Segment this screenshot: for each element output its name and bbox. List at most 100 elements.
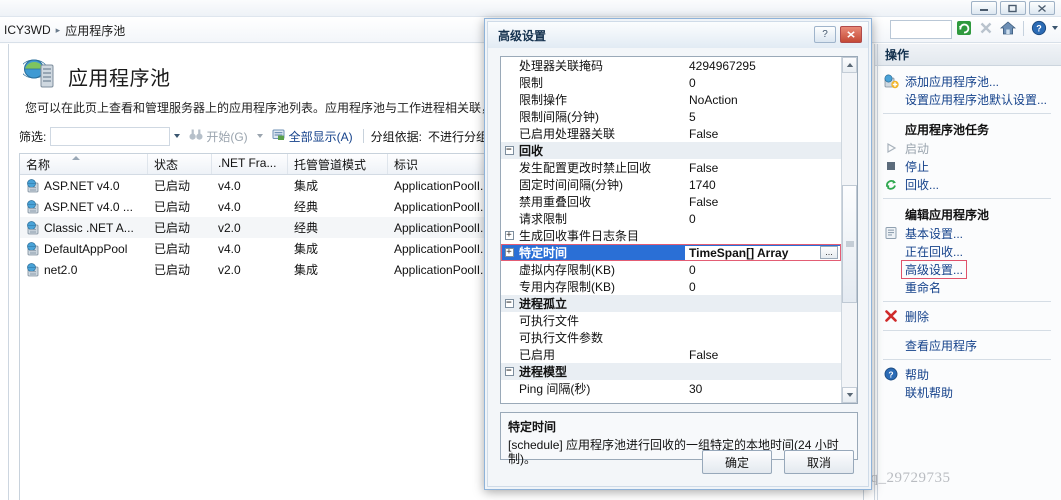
- restore-button[interactable]: [1000, 1, 1026, 15]
- scrollbar-thumb[interactable]: [842, 185, 857, 303]
- action-help[interactable]: ? 帮助: [875, 365, 1061, 383]
- refresh-icon[interactable]: [955, 19, 973, 37]
- filter-input[interactable]: [50, 126, 171, 146]
- property-value[interactable]: 1740: [685, 178, 841, 192]
- page-title: 应用程序池: [68, 67, 171, 90]
- action-start[interactable]: 启动: [875, 139, 1061, 157]
- column-header-identity[interactable]: 标识: [388, 154, 498, 174]
- property-value[interactable]: 5: [685, 110, 841, 124]
- window-title-strip: [0, 0, 1061, 17]
- property-value[interactable]: 0: [685, 263, 841, 277]
- property-value[interactable]: False: [685, 161, 841, 175]
- property-row[interactable]: 已启用 False: [501, 346, 841, 363]
- action-recycling[interactable]: 正在回收...: [875, 242, 1061, 260]
- filter-start-button[interactable]: 开始(G): [184, 128, 252, 145]
- property-row-selected[interactable]: + 特定时间 TimeSpan[] Array ...: [501, 244, 841, 261]
- connections-tree-pane[interactable]: [0, 44, 9, 500]
- property-grid[interactable]: 处理器关联掩码 4294967295 限制 0 限制操作 NoAction 限制…: [500, 56, 858, 404]
- expand-icon[interactable]: +: [501, 248, 517, 257]
- scroll-up-button[interactable]: [842, 57, 857, 73]
- property-expandable-row[interactable]: + 生成回收事件日志条目: [501, 227, 841, 244]
- action-label: 删除: [905, 309, 930, 324]
- ok-button[interactable]: 确定: [702, 450, 772, 474]
- property-value[interactable]: False: [685, 127, 841, 141]
- property-category-row[interactable]: − 回收: [501, 142, 841, 159]
- property-value[interactable]: False: [685, 195, 841, 209]
- property-row[interactable]: 限制 0: [501, 74, 841, 91]
- property-value-selected[interactable]: TimeSpan[] Array: [685, 245, 841, 260]
- property-row[interactable]: Ping 间隔(秒) 30: [501, 380, 841, 397]
- action-advanced-settings[interactable]: 高级设置...: [875, 259, 1061, 279]
- property-category-row[interactable]: − 进程模型: [501, 363, 841, 380]
- dialog-title-bar[interactable]: 高级设置 ?: [488, 22, 868, 48]
- cancel-button[interactable]: 取消: [784, 450, 854, 474]
- group-by-label: 分组依据:: [370, 129, 423, 144]
- property-value[interactable]: 0: [685, 212, 841, 226]
- action-label: 添加应用程序池...: [905, 74, 1000, 89]
- address-input[interactable]: [890, 20, 952, 39]
- property-row[interactable]: 请求限制 0: [501, 210, 841, 227]
- action-recycle[interactable]: 回收...: [875, 175, 1061, 193]
- property-row[interactable]: 可执行文件: [501, 312, 841, 329]
- breadcrumb-item-apppools[interactable]: 应用程序池: [65, 22, 125, 39]
- filter-start-dropdown-icon[interactable]: [253, 127, 267, 146]
- property-value[interactable]: NoAction: [685, 93, 841, 107]
- column-header-pipelinemode[interactable]: 托管管道模式: [288, 154, 388, 174]
- group-by-value[interactable]: 不进行分组: [422, 128, 488, 145]
- column-header-name[interactable]: 名称: [20, 154, 148, 174]
- column-header-name-label: 名称: [26, 157, 51, 172]
- collapse-icon[interactable]: −: [501, 299, 517, 308]
- collapse-icon[interactable]: −: [501, 146, 517, 155]
- property-category-row[interactable]: − 进程孤立: [501, 295, 841, 312]
- help-icon[interactable]: ?: [1030, 19, 1048, 37]
- property-row[interactable]: 已启用处理器关联 False: [501, 125, 841, 142]
- action-rename[interactable]: 重命名: [875, 278, 1061, 296]
- property-row[interactable]: 固定时间间隔(分钟) 1740: [501, 176, 841, 193]
- scroll-down-button[interactable]: [842, 387, 857, 403]
- property-value[interactable]: 30: [685, 382, 841, 396]
- column-header-state[interactable]: 状态: [148, 154, 212, 174]
- property-value[interactable]: 0: [685, 76, 841, 90]
- dialog-close-button[interactable]: [840, 26, 862, 43]
- property-row[interactable]: 处理器关联掩码 4294967295: [501, 57, 841, 74]
- breadcrumb-item-server[interactable]: ICY3WD: [4, 23, 51, 37]
- property-row[interactable]: 发生配置更改时禁止回收 False: [501, 159, 841, 176]
- action-add-apppool[interactable]: 添加应用程序池...: [875, 72, 1061, 90]
- property-row[interactable]: 虚拟内存限制(KB) 0: [501, 261, 841, 278]
- row-state-cell: 已启动: [154, 200, 191, 214]
- dialog-help-button[interactable]: ?: [814, 26, 836, 43]
- sort-ascending-icon: [72, 156, 80, 160]
- browse-ellipsis-button[interactable]: ...: [820, 246, 838, 259]
- property-grid-scrollbar[interactable]: [841, 57, 857, 403]
- action-delete[interactable]: 删除: [875, 307, 1061, 325]
- action-set-defaults[interactable]: 设置应用程序池默认设置...: [875, 90, 1061, 108]
- expand-icon[interactable]: +: [501, 231, 517, 240]
- property-value[interactable]: 0: [685, 280, 841, 294]
- dialog-action-buttons: 确定 取消: [702, 450, 854, 474]
- action-label: 设置应用程序池默认设置...: [905, 92, 1048, 107]
- column-header-netframework[interactable]: .NET Fra...: [212, 154, 288, 174]
- action-view-applications[interactable]: 查看应用程序: [875, 336, 1061, 354]
- row-state-cell: 已启动: [154, 179, 191, 193]
- minimize-button[interactable]: [971, 1, 997, 15]
- actions-list: 添加应用程序池... 设置应用程序池默认设置... 应用程序池任务 启动 停止 …: [875, 66, 1061, 401]
- action-basic-settings[interactable]: 基本设置...: [875, 224, 1061, 242]
- property-row[interactable]: 可执行文件参数: [501, 329, 841, 346]
- help-dropdown-icon[interactable]: [1052, 26, 1058, 30]
- apppool-icon: [26, 199, 40, 214]
- property-value[interactable]: 4294967295: [685, 59, 841, 73]
- delete-x-icon: [883, 308, 899, 324]
- close-button[interactable]: [1029, 1, 1055, 15]
- action-online-help[interactable]: 联机帮助: [875, 383, 1061, 401]
- property-row[interactable]: 限制间隔(分钟) 5: [501, 108, 841, 125]
- home-icon[interactable]: [999, 19, 1017, 37]
- property-row[interactable]: 专用内存限制(KB) 0: [501, 278, 841, 295]
- property-value[interactable]: False: [685, 348, 841, 362]
- show-all-button[interactable]: 全部显示(A): [267, 128, 358, 145]
- collapse-icon[interactable]: −: [501, 367, 517, 376]
- property-row[interactable]: 限制操作 NoAction: [501, 91, 841, 108]
- filter-dropdown-icon[interactable]: [170, 127, 184, 146]
- row-name-cell: DefaultAppPool: [20, 242, 148, 256]
- property-row[interactable]: 禁用重叠回收 False: [501, 193, 841, 210]
- action-stop[interactable]: 停止: [875, 157, 1061, 175]
